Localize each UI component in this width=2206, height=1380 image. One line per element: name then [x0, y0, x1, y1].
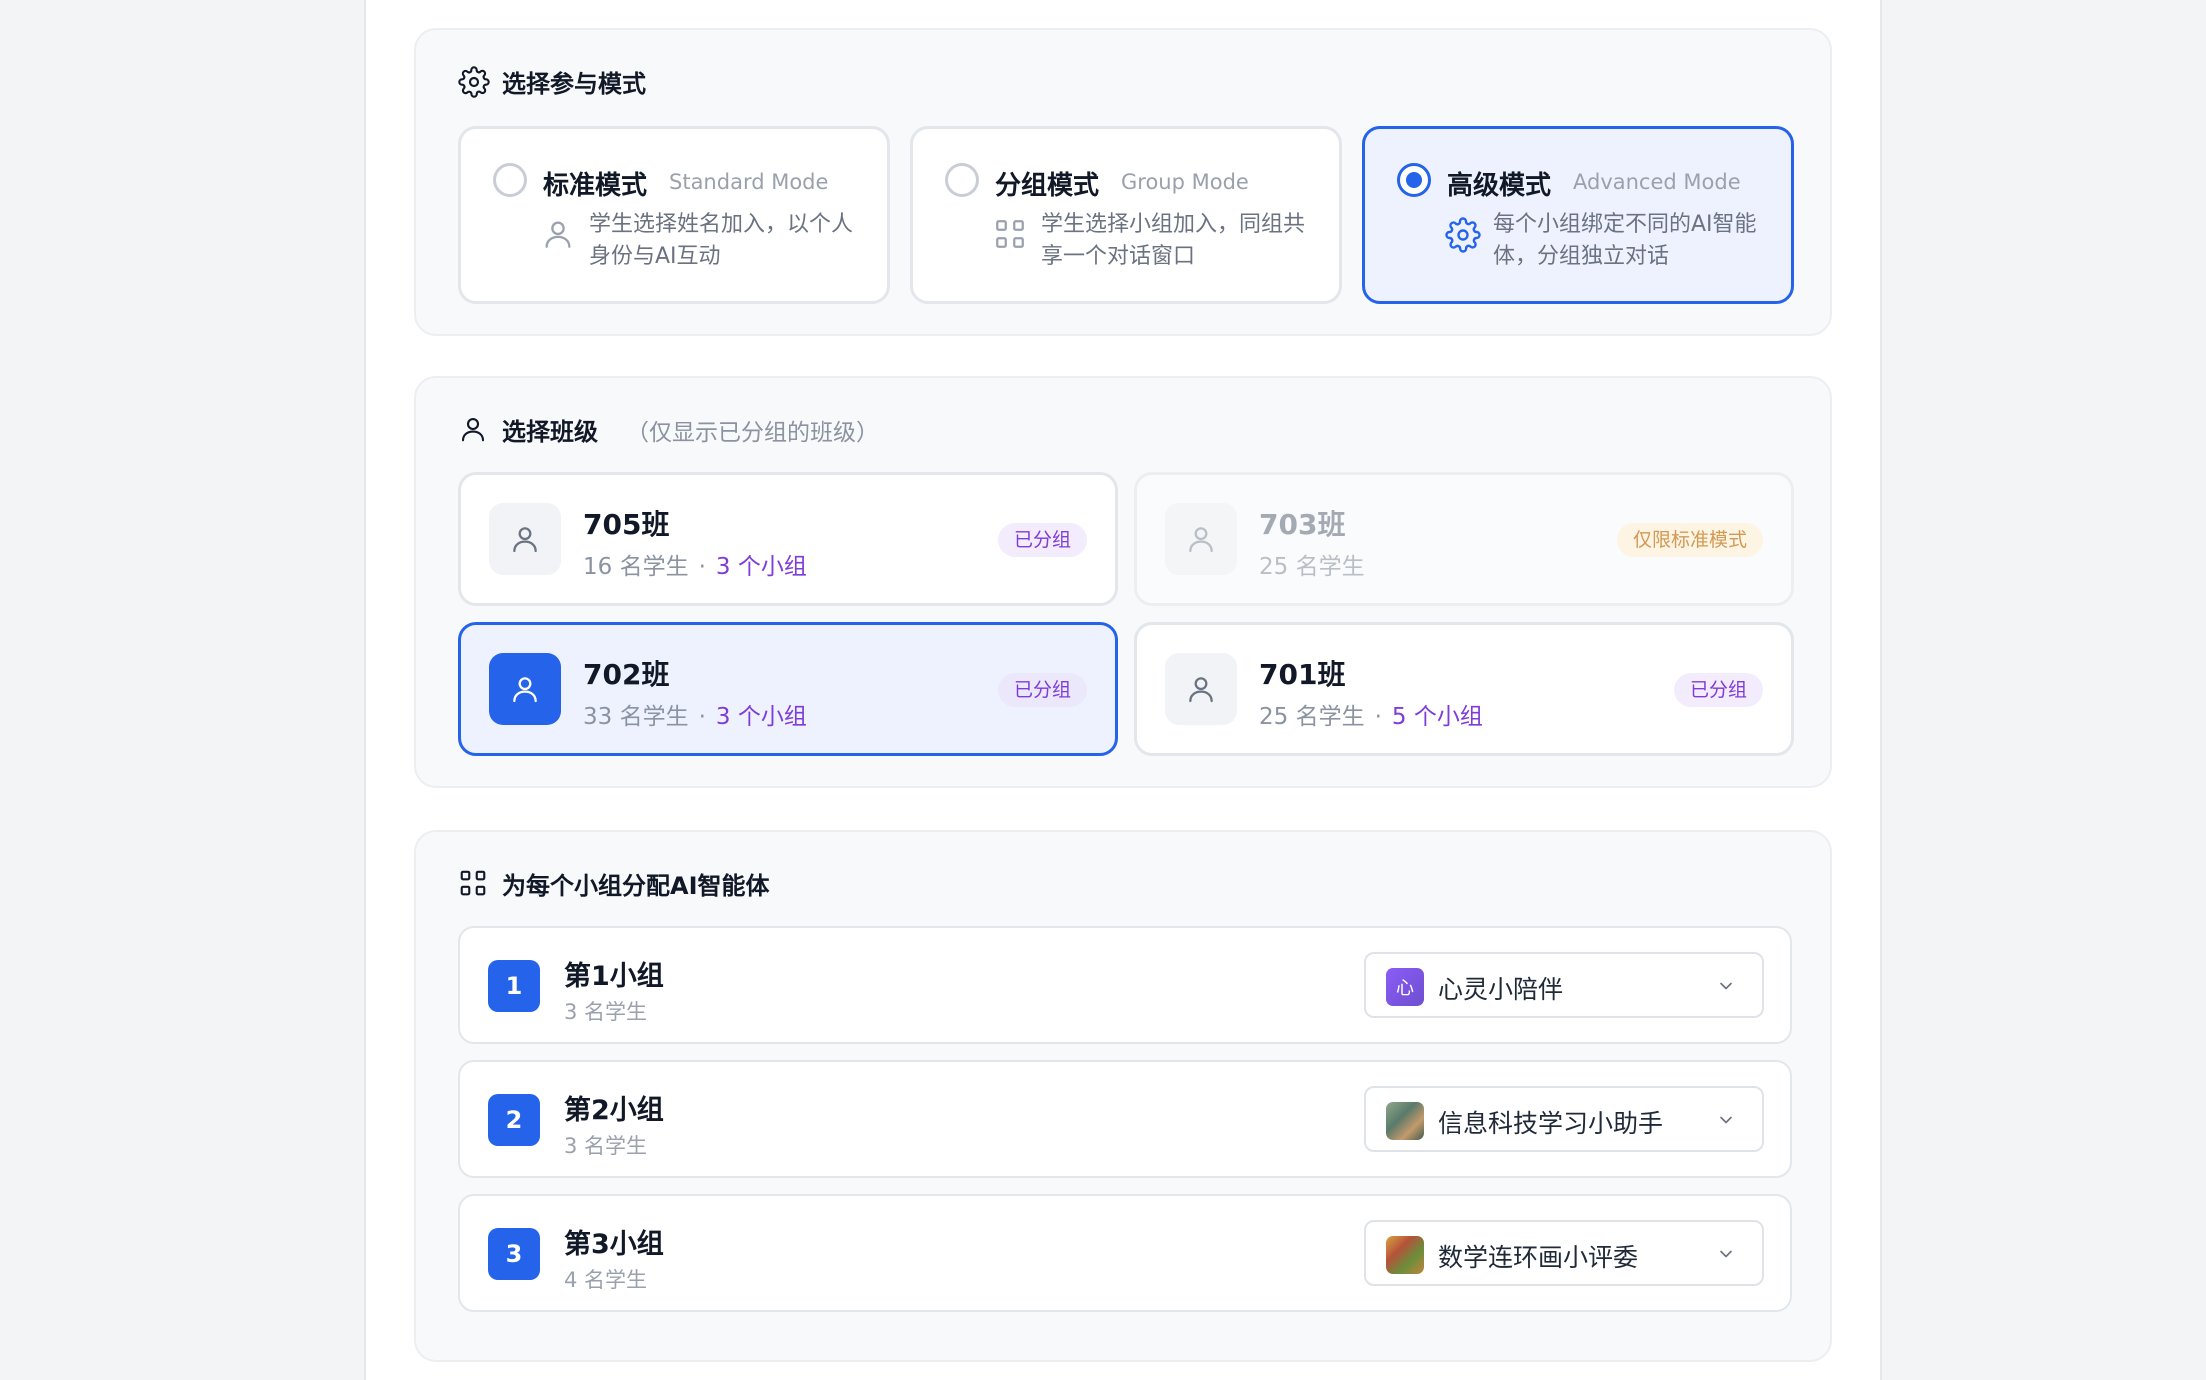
separator: · [1374, 704, 1382, 730]
group-number: 3 [488, 1228, 540, 1280]
agent-section-label: 为每个小组分配AI智能体 [502, 872, 770, 900]
agent-section: 为每个小组分配AI智能体 1 第1小组 3 名学生 心 心灵小陪伴 2 第2小组… [414, 830, 1832, 1362]
user-icon [513, 527, 537, 553]
mode-section-label: 选择参与模式 [502, 70, 646, 98]
status-badge: 已分组 [997, 523, 1087, 557]
mode-name: 分组模式 [995, 171, 1100, 201]
agent-avatar-image [1386, 1236, 1424, 1274]
status-badge: 仅限标准模式 [1616, 523, 1763, 557]
mode-card-standard[interactable]: 标准模式 Standard Mode 学生选择姓名加入，以个人身份与AI互动 [458, 126, 890, 304]
chevron-down-icon [1720, 982, 1732, 990]
agent-select[interactable]: 心 心灵小陪伴 [1364, 952, 1764, 1018]
mode-name: 高级模式 [1447, 171, 1552, 201]
student-count: 25 名学生 [1259, 554, 1365, 580]
group-name: 第3小组 [564, 1229, 664, 1260]
separator: · [698, 554, 706, 580]
user-icon [541, 217, 577, 253]
agent-name: 心灵小陪伴 [1438, 975, 1564, 1004]
class-avatar [1165, 503, 1237, 575]
class-name: 702班 [583, 658, 670, 691]
student-count: 33 名学生 [583, 704, 689, 730]
class-name: 701班 [1259, 658, 1346, 691]
class-section-note: （仅显示已分组的班级） [626, 419, 879, 446]
class-avatar [489, 653, 561, 725]
mode-en-name: Standard Mode [669, 170, 829, 194]
agent-avatar-image [1386, 1102, 1424, 1140]
agent-name: 信息科技学习小助手 [1438, 1109, 1664, 1138]
agent-section-title: 为每个小组分配AI智能体 [458, 866, 770, 901]
class-avatar [489, 503, 561, 575]
group-count: 3 个小组 [715, 554, 807, 580]
class-card-705[interactable]: 705班 16 名学生 · 3 个小组 已分组 [458, 472, 1118, 606]
class-meta: 25 名学生 [1259, 547, 1365, 581]
class-name: 703班 [1259, 508, 1346, 541]
group-name: 第1小组 [564, 961, 664, 992]
mode-en-name: Advanced Mode [1573, 170, 1741, 194]
group-row: 3 第3小组 4 名学生 数学连环画小评委 [458, 1194, 1792, 1312]
group-number: 1 [488, 960, 540, 1012]
mode-desc: 每个小组绑定不同的AI智能体，分组独立对话 [1493, 212, 1757, 269]
class-name: 705班 [583, 508, 670, 541]
student-count: 16 名学生 [583, 554, 689, 580]
agent-name: 数学连环画小评委 [1438, 1243, 1639, 1272]
agent-avatar: 心 [1386, 968, 1424, 1006]
mode-section: 选择参与模式 标准模式 Standard Mode 学生选择姓名加入，以个人身份… [414, 28, 1832, 336]
group-count: 3 个小组 [715, 704, 807, 730]
radio-standard[interactable] [493, 163, 527, 197]
class-card-701[interactable]: 701班 25 名学生 · 5 个小组 已分组 [1134, 622, 1794, 756]
class-meta: 16 名学生 · 3 个小组 [583, 547, 807, 581]
student-count: 25 名学生 [1259, 704, 1365, 730]
class-meta: 25 名学生 · 5 个小组 [1259, 697, 1483, 731]
gear-icon [458, 65, 490, 98]
mode-card-advanced[interactable]: 高级模式 Advanced Mode 每个小组绑定不同的AI智能体，分组独立对话 [1362, 126, 1794, 304]
group-student-count: 3 名学生 [564, 1134, 648, 1158]
group-student-count: 4 名学生 [564, 1268, 648, 1292]
chevron-down-icon [1720, 1250, 1732, 1258]
class-section-label: 选择班级 [502, 418, 598, 446]
radio-advanced[interactable] [1397, 163, 1431, 197]
mode-desc: 学生选择姓名加入，以个人身份与AI互动 [589, 212, 854, 269]
mode-en-name: Group Mode [1121, 170, 1249, 194]
chevron-down-icon [1720, 1116, 1732, 1124]
user-icon [458, 414, 490, 446]
class-section: 选择班级 （仅显示已分组的班级） 705班 16 名学生 · 3 个小组 已分组 7… [414, 376, 1832, 788]
class-section-title: 选择班级 （仅显示已分组的班级） [458, 412, 879, 447]
group-grid-icon [458, 868, 490, 900]
user-icon [1189, 527, 1213, 553]
mode-name: 标准模式 [543, 171, 648, 201]
class-meta: 33 名学生 · 3 个小组 [583, 697, 807, 731]
gear-icon [1445, 217, 1481, 253]
separator: · [698, 704, 706, 730]
mode-section-title: 选择参与模式 [458, 64, 646, 99]
agent-select[interactable]: 数学连环画小评委 [1364, 1220, 1764, 1286]
status-badge: 已分组 [1673, 673, 1763, 707]
class-avatar [1165, 653, 1237, 725]
group-number: 2 [488, 1094, 540, 1146]
group-count: 5 个小组 [1391, 704, 1483, 730]
agent-select[interactable]: 信息科技学习小助手 [1364, 1086, 1764, 1152]
mode-card-group[interactable]: 分组模式 Group Mode 学生选择小组加入，同组共享一个对话窗口 [910, 126, 1342, 304]
group-row: 2 第2小组 3 名学生 信息科技学习小助手 [458, 1060, 1792, 1178]
group-row: 1 第1小组 3 名学生 心 心灵小陪伴 [458, 926, 1792, 1044]
mode-desc: 学生选择小组加入，同组共享一个对话窗口 [1041, 212, 1306, 269]
status-badge: 已分组 [997, 673, 1087, 707]
group-name: 第2小组 [564, 1095, 664, 1126]
user-icon [513, 677, 537, 703]
user-icon [1189, 677, 1213, 703]
group-grid-icon [993, 217, 1029, 253]
class-card-703: 703班 25 名学生 仅限标准模式 [1134, 472, 1794, 606]
class-card-702[interactable]: 702班 33 名学生 · 3 个小组 已分组 [458, 622, 1118, 756]
radio-group[interactable] [945, 163, 979, 197]
group-student-count: 3 名学生 [564, 1000, 648, 1024]
